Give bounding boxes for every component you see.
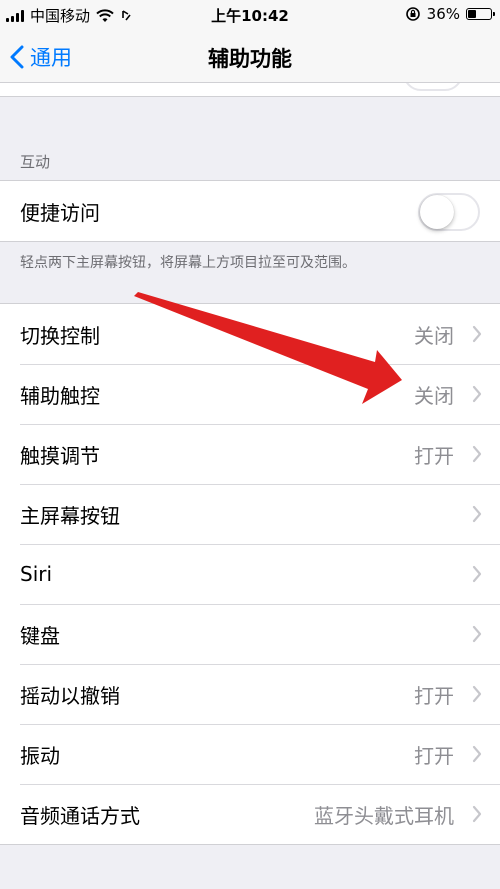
- battery-icon: [466, 8, 495, 20]
- row-value: 打开: [414, 683, 454, 708]
- row-label: 触摸调节: [20, 443, 100, 468]
- settings-row[interactable]: 摇动以撤销 打开: [0, 664, 500, 724]
- settings-row[interactable]: 音频通话方式 蓝牙头戴式耳机: [0, 784, 500, 844]
- settings-row[interactable]: 键盘: [0, 604, 500, 664]
- row-label: 音频通话方式: [20, 803, 140, 828]
- status-bar: 中国移动 上午10:42 36%: [0, 0, 500, 30]
- settings-row[interactable]: 切换控制 关闭: [0, 304, 500, 364]
- section-header-interaction: 互动: [20, 153, 51, 171]
- scrolled-row-partial: [0, 83, 500, 97]
- row-value: 蓝牙头戴式耳机: [314, 803, 454, 828]
- status-right: 36%: [405, 5, 495, 23]
- toggle-switch-partial[interactable]: [403, 83, 463, 91]
- section-footer-note: 轻点两下主屏幕按钮，将屏幕上方项目拉至可及范围。: [20, 255, 356, 271]
- row-label: 键盘: [20, 623, 60, 648]
- chevron-right-icon: [472, 445, 482, 463]
- chevron-right-icon: [472, 625, 482, 643]
- orientation-lock-icon: [405, 7, 420, 21]
- settings-row-reachability[interactable]: 便捷访问: [0, 181, 500, 241]
- row-label: Siri: [20, 562, 53, 586]
- row-value: 关闭: [414, 383, 454, 408]
- row-label: 摇动以撤销: [20, 683, 120, 708]
- chevron-right-icon: [472, 805, 482, 823]
- chevron-right-icon: [472, 325, 482, 343]
- settings-row[interactable]: 振动 打开: [0, 724, 500, 784]
- battery-percent: 36%: [426, 5, 460, 23]
- page-title: 辅助功能: [208, 47, 292, 71]
- chevron-right-icon: [472, 685, 482, 703]
- settings-row[interactable]: Siri: [0, 544, 500, 604]
- reachability-group: 便捷访问: [0, 180, 500, 242]
- row-value: 打开: [414, 443, 454, 468]
- chevron-right-icon: [472, 745, 482, 763]
- chevron-right-icon: [472, 385, 482, 403]
- chevron-right-icon: [472, 505, 482, 523]
- row-value: 打开: [414, 743, 454, 768]
- row-label: 主屏幕按钮: [20, 503, 120, 528]
- settings-list: 切换控制 关闭 辅助触控 关闭 触摸调节 打开 主屏幕按钮 Siri 键盘 摇动以撤销 打开 振动 打开…: [0, 303, 500, 845]
- navigation-bar: 通用 辅助功能: [0, 30, 500, 83]
- reachability-toggle[interactable]: [418, 193, 480, 231]
- row-label: 切换控制: [20, 323, 100, 348]
- toggle-knob: [420, 195, 454, 229]
- row-label: 振动: [20, 743, 60, 768]
- row-label: 便捷访问: [20, 200, 100, 225]
- settings-row[interactable]: 触摸调节 打开: [0, 424, 500, 484]
- settings-row[interactable]: 主屏幕按钮: [0, 484, 500, 544]
- settings-row[interactable]: 辅助触控 关闭: [0, 364, 500, 424]
- row-label: 辅助触控: [20, 383, 100, 408]
- row-value: 关闭: [414, 323, 454, 348]
- chevron-right-icon: [472, 565, 482, 583]
